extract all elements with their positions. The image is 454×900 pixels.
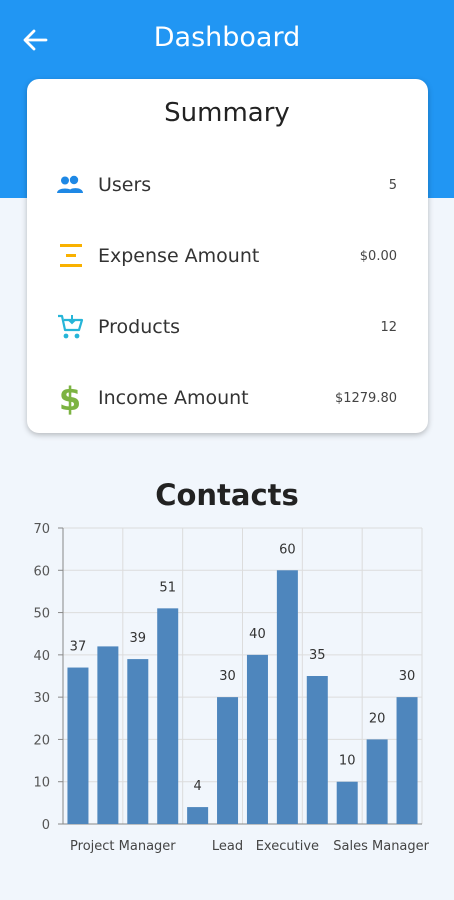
chart-bar — [127, 659, 149, 824]
chart-title: Contacts — [155, 478, 299, 512]
page-title: Dashboard — [153, 22, 301, 53]
bar-value-label: 60 — [279, 542, 296, 557]
summary-item-label: Income Amount — [98, 387, 249, 409]
chart-bar — [396, 697, 418, 824]
bar-value-label: 51 — [159, 580, 176, 595]
summary-item-income[interactable]: $ Income Amount $1279.80 — [27, 373, 428, 423]
cart-icon — [45, 310, 95, 344]
chart-bar — [366, 739, 388, 824]
chart-bar — [246, 654, 268, 824]
summary-item-label: Users — [98, 174, 152, 196]
y-tick-label: 20 — [33, 733, 50, 748]
expense-icon — [45, 239, 95, 273]
chart-bar — [306, 676, 328, 824]
x-tick-label: Project Manager — [70, 839, 176, 854]
x-tick-label: Sales Manager — [333, 839, 429, 854]
bar-value-label: 30 — [219, 669, 236, 684]
summary-item-value: $0.00 — [359, 248, 397, 264]
bar-value-label: 39 — [130, 631, 147, 646]
summary-item-value: 5 — [388, 177, 397, 193]
chart-bar — [97, 646, 119, 824]
chart-bar — [217, 697, 239, 824]
people-icon — [45, 168, 95, 202]
y-tick-label: 40 — [33, 649, 50, 664]
summary-item-users[interactable]: Users 5 — [27, 160, 428, 210]
bar-value-label: 20 — [369, 711, 386, 726]
summary-item-value: $1279.80 — [334, 390, 397, 406]
y-tick-label: 50 — [33, 607, 50, 622]
chart-bar — [336, 781, 358, 824]
bar-value-label: 10 — [339, 754, 356, 769]
chart-bar — [67, 667, 89, 824]
dollar-icon: $ — [45, 381, 95, 415]
x-tick-label: Lead — [212, 839, 243, 854]
bar-value-label: 40 — [249, 627, 266, 642]
y-tick-label: 60 — [33, 564, 50, 579]
bar-value-label: 35 — [309, 648, 326, 663]
y-tick-label: 30 — [33, 691, 50, 706]
bar-value-label: 30 — [399, 669, 416, 684]
summary-item-expense[interactable]: Expense Amount $0.00 — [27, 231, 428, 281]
summary-item-label: Expense Amount — [98, 245, 260, 267]
summary-item-products[interactable]: Products 12 — [27, 302, 428, 352]
chart-bar — [276, 570, 298, 824]
bar-value-label: 37 — [70, 640, 87, 655]
summary-item-label: Products — [98, 316, 181, 338]
summary-item-value: 12 — [380, 319, 397, 335]
y-tick-label: 70 — [33, 522, 50, 537]
y-tick-label: 10 — [33, 776, 50, 791]
chart-bar — [187, 807, 209, 824]
contacts-bar-chart: 0 10 20 30 40 50 60 70 37 39 51 4 30 40 60 35 10 20 30 Proj… — [33, 522, 429, 854]
chart-bar — [157, 608, 179, 824]
x-tick-label: Executive — [256, 839, 319, 854]
summary-title: Summary — [164, 98, 290, 128]
svg-text:$: $ — [59, 381, 81, 415]
bar-value-label: 4 — [193, 779, 201, 794]
y-tick-label: 0 — [42, 818, 50, 833]
